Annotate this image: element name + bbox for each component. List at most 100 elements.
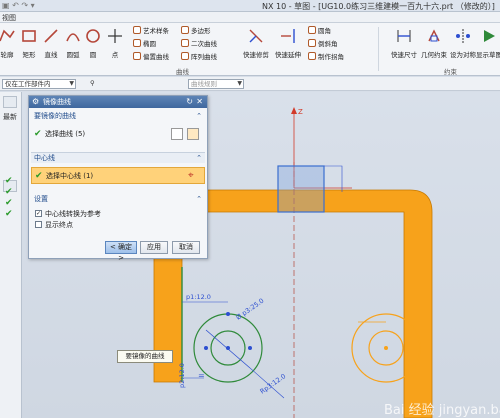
- menu-bar: 视图: [0, 12, 500, 23]
- fillet-item[interactable]: 圆角: [308, 26, 331, 37]
- chevron-up-icon: ⌃: [196, 154, 202, 162]
- select-curves-row[interactable]: ✔ 选择曲线 (5): [31, 126, 205, 142]
- dialog-title-text: 镜像曲线: [43, 98, 71, 106]
- make-symmetric-button[interactable]: 设为对称: [450, 25, 476, 65]
- part-navigator-tab[interactable]: [3, 96, 17, 108]
- filter-icon[interactable]: ⚲: [88, 79, 98, 89]
- select-centerline-row[interactable]: ✔ 选择中心线 (1) ⌖: [31, 167, 205, 184]
- vertex-point[interactable]: [248, 346, 252, 350]
- profile-label: 轮廓: [0, 51, 14, 59]
- ribbon-separator: [378, 27, 379, 71]
- spline-icon: [133, 26, 141, 34]
- title-bar: ▣ ↶ ↷ ▾ NX 10 - 草图 - [UG10.0练习三维建模一百九十六.…: [0, 0, 500, 12]
- line-icon: [44, 29, 58, 43]
- conic-item[interactable]: 二次曲线: [181, 39, 217, 50]
- curve-rule-dropdown[interactable]: 曲线规则 ▼: [188, 79, 244, 89]
- dimension-diameter[interactable]: Ø p3:25.0: [235, 297, 266, 322]
- gear-icon[interactable]: ⚙: [32, 96, 39, 108]
- rapid-dimension-label: 快速尺寸: [391, 51, 417, 59]
- section-centerline-header[interactable]: 中心线 ⌃: [31, 152, 205, 163]
- geometric-constraints-icon: [428, 29, 440, 42]
- vertex-point[interactable]: [204, 346, 208, 350]
- line-label: 直线: [44, 51, 58, 59]
- polygon-item[interactable]: 多边形: [181, 26, 211, 37]
- rectangle-label: 矩形: [22, 51, 36, 59]
- reset-icon[interactable]: ↻: [186, 96, 193, 108]
- profile-icon: [0, 29, 15, 42]
- curve-rule-icon[interactable]: [171, 128, 183, 140]
- arc-label: 圆弧: [66, 51, 80, 59]
- check-icon: ✔: [5, 209, 13, 219]
- rapid-dimension-button[interactable]: 快速尺寸: [390, 25, 418, 65]
- crosshair-icon[interactable]: ⌖: [188, 168, 194, 184]
- polygon-icon: [181, 26, 189, 34]
- selected-centerline-box[interactable]: [277, 165, 325, 213]
- conic-icon: [181, 39, 189, 47]
- center-point-right[interactable]: [384, 346, 388, 350]
- point-icon: [108, 29, 122, 43]
- menu-view[interactable]: 视图: [2, 13, 16, 23]
- dimension-p2[interactable]: p2:12.0: [178, 363, 186, 388]
- select-curve-icon[interactable]: [187, 128, 199, 140]
- make-symmetric-label: 设为对称: [450, 51, 476, 59]
- ellipse-item[interactable]: 椭圆: [133, 39, 156, 50]
- section-curves-header[interactable]: 要镜像的曲线 ⌃: [31, 111, 205, 122]
- check-icon: ✔: [34, 129, 42, 139]
- check-icon: ✔: [5, 187, 13, 197]
- quick-trim-button[interactable]: 快速修剪: [240, 25, 272, 65]
- check-icon: ✔: [5, 176, 13, 186]
- dimension-p1[interactable]: p1:12.0: [186, 293, 211, 301]
- quick-access-toolbar[interactable]: ▣ ↶ ↷ ▾: [2, 1, 35, 10]
- window-title: NX 10 - 草图 - [UG10.0练习三维建模一百九十六.prt （修改的…: [262, 2, 495, 11]
- ok-button[interactable]: < 确定 >: [105, 241, 137, 262]
- pattern-curve-icon: [181, 52, 189, 60]
- show-endpoints-label: 显示终点: [45, 221, 73, 229]
- chamfer-icon: [308, 39, 316, 47]
- dialog-title: 镜像曲线 ⚙ ↻ ✕: [29, 96, 207, 108]
- chevron-down-icon: ▼: [237, 80, 242, 87]
- circle-icon: [86, 29, 100, 43]
- point-label: 点: [111, 51, 119, 59]
- check-icon: ✔: [35, 171, 43, 181]
- chevron-up-icon: ⌃: [196, 112, 202, 120]
- convert-reference-checkbox[interactable]: ✓: [35, 210, 42, 217]
- group-label-curve: 曲线: [176, 68, 189, 76]
- show-sketch-button[interactable]: 显示草图: [476, 25, 500, 65]
- check-icon: ✔: [5, 198, 13, 208]
- chamfer-item[interactable]: 倒斜角: [308, 39, 338, 50]
- studio-spline-item[interactable]: 艺术样条: [133, 26, 169, 37]
- pattern-curve-item[interactable]: 阵列曲线: [181, 52, 217, 63]
- quick-extend-button[interactable]: 快速延伸: [272, 25, 304, 65]
- dimension-radius[interactable]: Rp3:12.0: [259, 372, 288, 395]
- offset-curve-icon: [133, 52, 141, 60]
- selection-bar: 仅在工作部件内 ▼ ⚲ 曲线规则 ▼: [0, 77, 500, 91]
- resource-bar: ✔ ✔ ✔ ✔ 最新: [0, 92, 22, 418]
- section-settings-header[interactable]: 设置 ⌃: [31, 194, 205, 205]
- quick-trim-label: 快速修剪: [243, 51, 269, 59]
- show-endpoints-checkbox[interactable]: [35, 221, 42, 228]
- show-sketch-icon: [484, 30, 495, 42]
- group-label-constraint: 约束: [444, 68, 457, 76]
- cancel-button[interactable]: 取消: [172, 241, 200, 254]
- chevron-down-icon: ▼: [69, 80, 74, 87]
- quick-extend-icon: [281, 29, 295, 43]
- quick-trim-icon: [249, 29, 263, 43]
- watermark-text: Bai 经验 jingyan.baidu.com: [384, 402, 500, 418]
- geometric-constraints-button[interactable]: 几何约束: [420, 25, 448, 65]
- vertex-point[interactable]: [226, 346, 230, 350]
- ribbon: 轮廓 矩形 直线 圆弧 圆 点 艺术样条 多边形 椭圆 二次曲线 偏置曲线 阵列…: [0, 23, 500, 76]
- apply-button[interactable]: 应用: [140, 241, 168, 254]
- geometric-constraints-label: 几何约束: [421, 51, 447, 59]
- point-button[interactable]: 点: [102, 25, 128, 65]
- fillet-icon: [308, 26, 316, 34]
- circle-label: 圆: [89, 51, 97, 59]
- rectangle-icon: [22, 30, 36, 42]
- latest-tab-label[interactable]: 最新: [3, 112, 17, 122]
- make-corner-item[interactable]: 制作拐角: [308, 52, 344, 63]
- close-icon[interactable]: ✕: [196, 96, 203, 108]
- vertex-point[interactable]: [226, 312, 230, 316]
- z-axis-arrow: [291, 107, 297, 114]
- offset-curve-item[interactable]: 偏置曲线: [133, 52, 169, 63]
- mirror-curve-dialog: 镜像曲线 ⚙ ↻ ✕ 要镜像的曲线 ⌃ ✔ 选择曲线 (5) 中心线 ⌃ ✔ 选择中…: [28, 95, 208, 262]
- scope-dropdown[interactable]: 仅在工作部件内 ▼: [2, 79, 76, 89]
